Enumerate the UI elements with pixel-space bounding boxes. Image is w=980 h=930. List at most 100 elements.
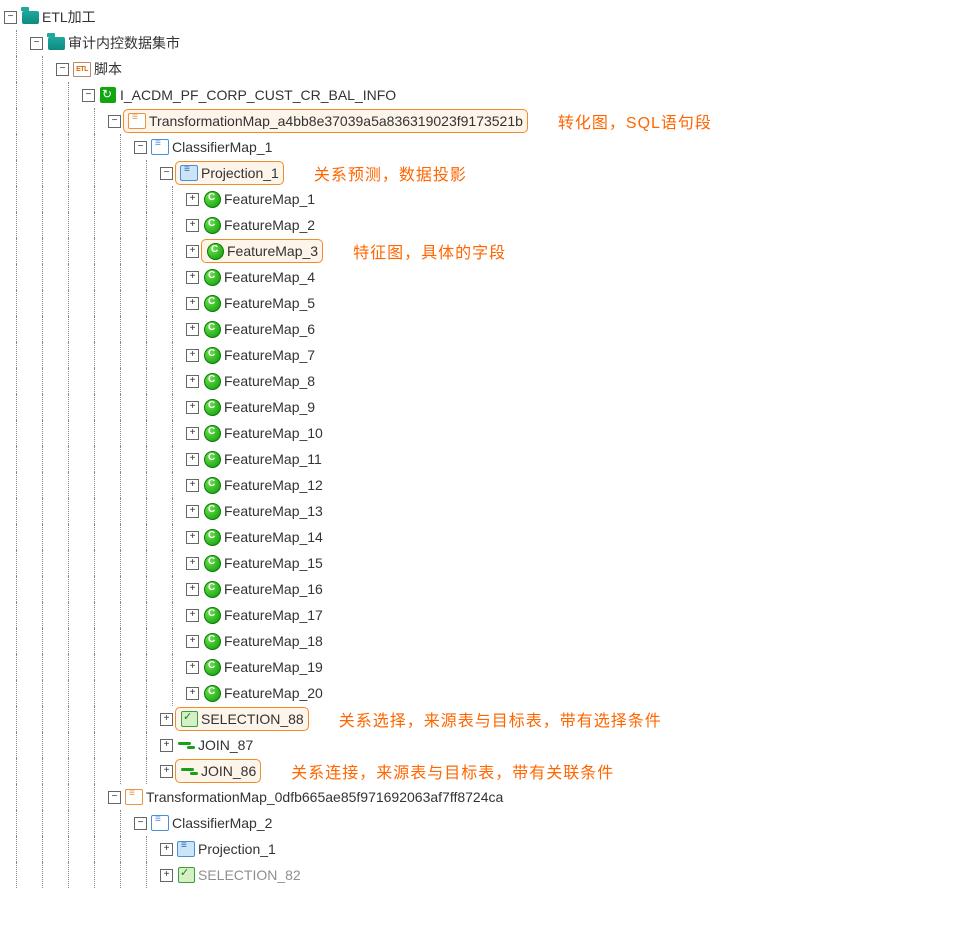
toggle-feature[interactable]: + (186, 427, 199, 440)
feature-map-icon (203, 503, 221, 519)
feature-map-icon (203, 685, 221, 701)
tree-row[interactable]: +Projection_1 (4, 836, 980, 862)
tree-row[interactable]: +FeatureMap_7 (4, 342, 980, 368)
toggle-selection82[interactable]: + (160, 869, 173, 882)
tree-row[interactable]: +FeatureMap_11 (4, 446, 980, 472)
annotation-join: 关系连接，来源表与目标表，带有关联条件 (291, 759, 614, 783)
toggle-feature[interactable]: + (186, 531, 199, 544)
tree-row[interactable]: +FeatureMap_18 (4, 628, 980, 654)
toggle-join87[interactable]: + (160, 739, 173, 752)
toggle-feature[interactable]: + (186, 557, 199, 570)
node-selection88: SELECTION_88 (201, 711, 304, 727)
feature-map-icon (203, 633, 221, 649)
toggle-feature[interactable]: + (186, 401, 199, 414)
tree-row[interactable]: +FeatureMap_17 (4, 602, 980, 628)
tree-row[interactable]: −ETL脚本 (4, 56, 980, 82)
node-feature: FeatureMap_14 (224, 529, 323, 545)
toggle-feature[interactable]: + (186, 193, 199, 206)
toggle-cmap2[interactable]: − (134, 817, 147, 830)
node-feature: FeatureMap_3 (227, 243, 318, 259)
tree-row[interactable]: +FeatureMap_20 (4, 680, 980, 706)
node-proj1: Projection_1 (201, 165, 279, 181)
toggle-datamart[interactable]: − (30, 37, 43, 50)
toggle-feature[interactable]: + (186, 271, 199, 284)
tree-row[interactable]: +FeatureMap_13 (4, 498, 980, 524)
node-tmap2: TransformationMap_0dfb665ae85f971692063a… (146, 789, 503, 805)
feature-map-icon (206, 243, 224, 259)
highlight-box: TransformationMap_a4bb8e37039a5a83631902… (123, 109, 528, 133)
tree-row[interactable]: −I_ACDM_PF_CORP_CUST_CR_BAL_INFO (4, 82, 980, 108)
feature-map-icon (203, 477, 221, 493)
toggle-job[interactable]: − (82, 89, 95, 102)
toggle-feature[interactable]: + (186, 375, 199, 388)
toggle-cmap1[interactable]: − (134, 141, 147, 154)
toggle-feature[interactable]: + (186, 349, 199, 362)
feature-map-icon (203, 581, 221, 597)
tree-row[interactable]: − ClassifierMap_2 (4, 810, 980, 836)
projection-icon (180, 165, 198, 181)
toggle-feature[interactable]: + (186, 453, 199, 466)
tree-row[interactable]: + FeatureMap_14 (4, 524, 980, 550)
node-cmap1: ClassifierMap_1 (172, 139, 272, 155)
toggle-feature[interactable]: + (186, 661, 199, 674)
node-feature: FeatureMap_10 (224, 425, 323, 441)
tree-view: −ETL加工−审计内控数据集市−ETL脚本−I_ACDM_PF_CORP_CUS… (4, 4, 980, 888)
tree-row[interactable]: − ClassifierMap_1 (4, 134, 980, 160)
node-feature: FeatureMap_12 (224, 477, 323, 493)
tree-row[interactable]: +FeatureMap_19 (4, 654, 980, 680)
annotation-tmap: 转化图，SQL语句段 (558, 109, 712, 133)
tree-row[interactable]: +FeatureMap_1 (4, 186, 980, 212)
tree-row[interactable]: −ETL加工 (4, 4, 980, 30)
tree-row[interactable]: + FeatureMap_12 (4, 472, 980, 498)
tree-row[interactable]: +FeatureMap_15 (4, 550, 980, 576)
feature-map-icon (203, 399, 221, 415)
toggle-feature[interactable]: + (186, 479, 199, 492)
classifier-map-icon (151, 815, 169, 831)
tree-row[interactable]: −TransformationMap_a4bb8e37039a5a8363190… (4, 108, 980, 134)
feature-map-icon (203, 295, 221, 311)
tree-row[interactable]: − 审计内控数据集市 (4, 30, 980, 56)
toggle-tmap1[interactable]: − (108, 115, 121, 128)
tree-row[interactable]: + FeatureMap_16 (4, 576, 980, 602)
node-feature: FeatureMap_4 (224, 269, 315, 285)
feature-map-icon (203, 451, 221, 467)
tree-row[interactable]: +FeatureMap_8 (4, 368, 980, 394)
tree-row[interactable]: +SELECTION_88关系选择，来源表与目标表，带有选择条件 (4, 706, 980, 732)
tree-row[interactable]: −Projection_1关系预测，数据投影 (4, 160, 980, 186)
node-cmap2: ClassifierMap_2 (172, 815, 272, 831)
tree-row[interactable]: + FeatureMap_10 (4, 420, 980, 446)
toggle-feature[interactable]: + (186, 323, 199, 336)
tree-row[interactable]: +FeatureMap_6 (4, 316, 980, 342)
toggle-feature[interactable]: + (186, 297, 199, 310)
tree-row[interactable]: +FeatureMap_3特征图，具体的字段 (4, 238, 980, 264)
toggle-feature[interactable]: + (186, 583, 199, 596)
toggle-proj1[interactable]: − (160, 167, 173, 180)
toggle-proj2[interactable]: + (160, 843, 173, 856)
tree-row[interactable]: +JOIN_86 关系连接，来源表与目标表，带有关联条件 (4, 758, 980, 784)
tree-row[interactable]: +JOIN_87 (4, 732, 980, 758)
tree-row[interactable]: +SELECTION_82 (4, 862, 980, 888)
toggle-feature[interactable]: + (186, 505, 199, 518)
selection-icon (177, 867, 195, 883)
toggle-feature[interactable]: + (186, 687, 199, 700)
toggle-feature[interactable]: + (186, 219, 199, 232)
tree-row[interactable]: +FeatureMap_5 (4, 290, 980, 316)
toggle-tmap2[interactable]: − (108, 791, 121, 804)
toggle-feature[interactable]: + (186, 609, 199, 622)
node-feature: FeatureMap_2 (224, 217, 315, 233)
feature-map-icon (203, 191, 221, 207)
toggle-feature[interactable]: + (186, 245, 199, 258)
node-datamart: 审计内控数据集市 (68, 33, 180, 53)
tree-row[interactable]: + FeatureMap_2 (4, 212, 980, 238)
toggle-feature[interactable]: + (186, 635, 199, 648)
tree-row[interactable]: + FeatureMap_4 (4, 264, 980, 290)
tree-row[interactable]: − TransformationMap_0dfb665ae85f971692063… (4, 784, 980, 810)
node-feature: FeatureMap_16 (224, 581, 323, 597)
toggle-scripts[interactable]: − (56, 63, 69, 76)
join-icon (177, 737, 195, 753)
toggle-root[interactable]: − (4, 11, 17, 24)
tree-row[interactable]: +FeatureMap_9 (4, 394, 980, 420)
toggle-join86[interactable]: + (160, 765, 173, 778)
highlight-box: JOIN_86 (175, 759, 261, 783)
toggle-selection88[interactable]: + (160, 713, 173, 726)
